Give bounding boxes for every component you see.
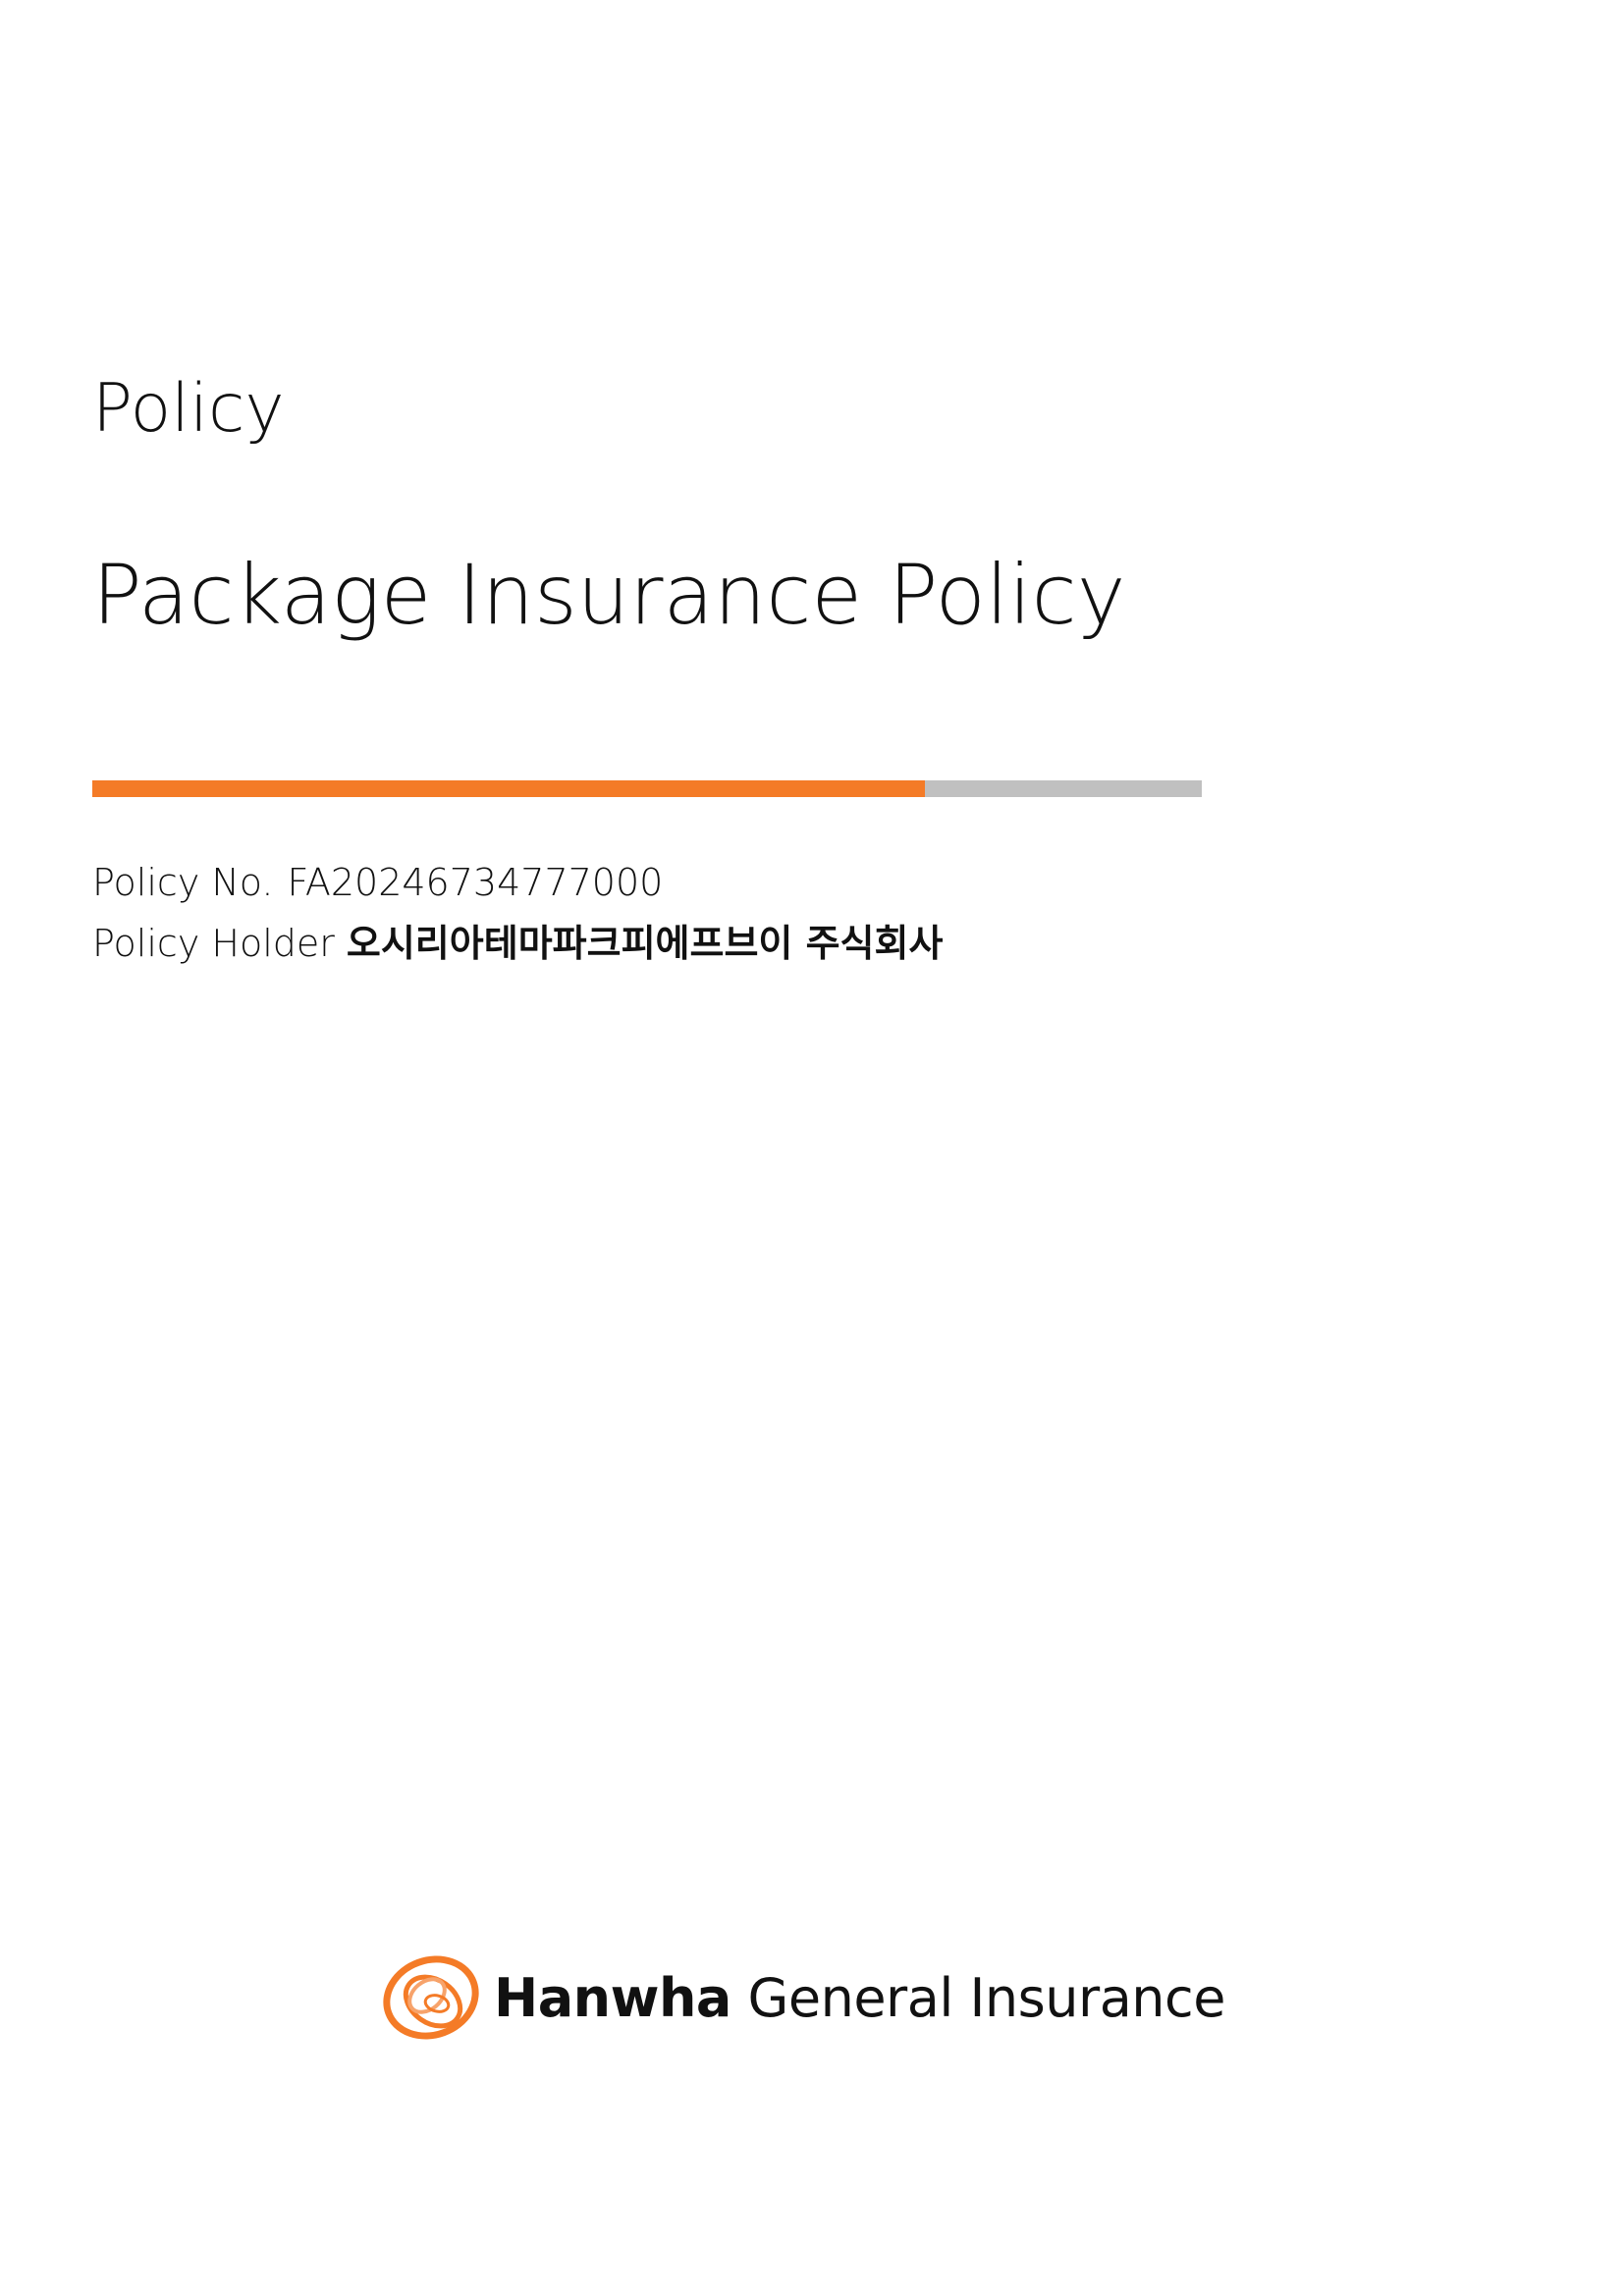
company-logo: Hanwha General Insurance (378, 1949, 1225, 2047)
logo-rest: General Insurance (747, 1966, 1226, 2029)
document-title: Package Insurance Policy (92, 547, 1126, 643)
accent-bar (92, 780, 1202, 797)
policy-number-label: Policy No. (92, 861, 274, 904)
accent-bar-fill (92, 780, 925, 797)
logo-wordmark: Hanwha General Insurance (494, 1967, 1225, 2029)
policy-holder-value: 오시리아테마파크피에프브이 주식회사 (346, 922, 944, 965)
logo-brand: Hanwha (494, 1966, 731, 2029)
policy-info: Policy No. FA20246734777000 Policy Holder… (92, 852, 943, 974)
policy-number-row: Policy No. FA20246734777000 (92, 852, 943, 913)
policy-holder-label: Policy Holder (92, 922, 335, 965)
hanwha-swirl-icon (383, 1955, 479, 2040)
policy-holder-row: Policy Holder 오시리아테마파크피에프브이 주식회사 (92, 913, 943, 974)
policy-number-value: FA20246734777000 (287, 861, 664, 904)
document-label: Policy (92, 370, 285, 448)
